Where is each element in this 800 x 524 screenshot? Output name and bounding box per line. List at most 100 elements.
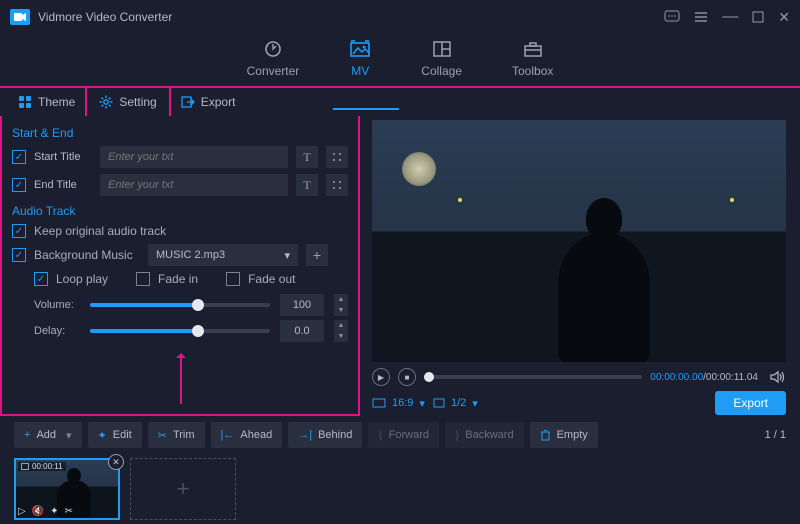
volume-value[interactable]: 100 xyxy=(280,294,324,316)
fade-out-label: Fade out xyxy=(248,272,295,286)
add-button[interactable]: +Add▾ xyxy=(14,422,82,448)
behind-button[interactable]: →|Behind xyxy=(288,422,362,448)
right-end-icon: →| xyxy=(298,429,312,441)
fade-in-checkbox[interactable] xyxy=(136,272,150,286)
trim-button[interactable]: ✂Trim xyxy=(148,422,205,448)
top-nav: Converter MV Collage Toolbox xyxy=(0,34,800,86)
chevron-down-icon: ▾ xyxy=(284,249,290,262)
preview-video xyxy=(372,120,786,362)
keep-original-label: Keep original audio track xyxy=(34,224,166,238)
annotation-arrow xyxy=(180,356,182,404)
bg-music-add-btn[interactable]: + xyxy=(306,244,328,266)
trash-icon xyxy=(540,429,551,441)
clip-trim-icon[interactable]: ✂ xyxy=(65,506,73,517)
maximize-icon[interactable] xyxy=(752,11,764,23)
start-title-label: Start Title xyxy=(34,151,92,163)
pager: 1 / 1 xyxy=(765,429,786,441)
scrub-slider[interactable] xyxy=(424,375,642,379)
tab-theme[interactable]: Theme xyxy=(6,87,87,117)
tab-export[interactable]: Export xyxy=(169,87,248,117)
bg-music-checkbox[interactable]: ✓ xyxy=(12,248,26,262)
nav-mv[interactable]: MV xyxy=(349,38,371,78)
ahead-button[interactable]: |←Ahead xyxy=(211,422,283,448)
chevron-right-icon: ⟩ xyxy=(455,429,459,442)
stop-button[interactable]: ■ xyxy=(398,368,416,386)
collage-icon xyxy=(432,38,452,60)
clip-thumbnail[interactable]: 00:00:11 ✕ ▷ 🔇 ✦ ✂ xyxy=(14,458,120,520)
delay-label: Delay: xyxy=(34,325,80,337)
nav-toolbox[interactable]: Toolbox xyxy=(512,38,553,78)
tab-setting[interactable]: Setting xyxy=(87,86,168,116)
clip-duration-badge: 00:00:11 xyxy=(18,462,66,471)
end-title-text-style-btn[interactable]: T xyxy=(296,174,318,196)
backward-button[interactable]: ⟩Backward xyxy=(445,422,524,448)
plus-icon: + xyxy=(24,429,30,441)
timeline: 00:00:11 ✕ ▷ 🔇 ✦ ✂ + xyxy=(0,454,800,524)
end-title-checkbox[interactable]: ✓ xyxy=(12,178,26,192)
image-icon xyxy=(349,38,371,60)
clip-remove-icon[interactable]: ✕ xyxy=(108,454,124,470)
start-title-position-btn[interactable] xyxy=(326,146,348,168)
toolbox-icon xyxy=(523,38,543,60)
aspect-selector[interactable]: 16:9 ▾ xyxy=(372,397,425,410)
bg-music-select[interactable]: MUSIC 2.mp3 ▾ xyxy=(148,244,298,266)
delay-value[interactable]: 0.0 xyxy=(280,320,324,342)
bg-music-value: MUSIC 2.mp3 xyxy=(156,249,225,261)
left-end-icon: |← xyxy=(221,429,235,441)
preview-panel: ▶ ■ 00:00:00.00/00:00:11.04 16:9 ▾ 1/2 ▾… xyxy=(360,116,800,416)
fade-in-label: Fade in xyxy=(158,272,198,286)
start-title-checkbox[interactable]: ✓ xyxy=(12,150,26,164)
nav-mv-label: MV xyxy=(351,64,369,78)
fade-out-checkbox[interactable] xyxy=(226,272,240,286)
volume-stepper[interactable]: ▲▼ xyxy=(334,294,348,316)
empty-button[interactable]: Empty xyxy=(530,422,598,448)
start-title-text-style-btn[interactable]: T xyxy=(296,146,318,168)
clip-mute-icon[interactable]: 🔇 xyxy=(32,506,44,517)
sun-decor xyxy=(402,152,436,186)
end-title-input[interactable] xyxy=(100,174,288,196)
speaker-icon[interactable] xyxy=(770,370,786,384)
minimize-icon[interactable]: — xyxy=(722,8,738,26)
subtab-bar: Theme Setting Export xyxy=(0,86,800,116)
app-logo-icon xyxy=(10,9,30,25)
nav-converter[interactable]: Converter xyxy=(247,38,300,78)
tab-setting-label: Setting xyxy=(119,95,156,109)
menu-icon[interactable] xyxy=(694,11,708,23)
frac-selector[interactable]: 1/2 ▾ xyxy=(433,397,478,410)
feedback-icon[interactable] xyxy=(664,10,680,24)
nav-converter-label: Converter xyxy=(247,64,300,78)
close-icon[interactable]: ✕ xyxy=(778,9,790,26)
play-button[interactable]: ▶ xyxy=(372,368,390,386)
chevron-left-icon: ⟨ xyxy=(378,429,382,442)
loop-label: Loop play xyxy=(56,272,108,286)
bg-music-label: Background Music xyxy=(34,248,140,262)
clip-play-icon[interactable]: ▷ xyxy=(18,506,26,517)
clip-toolbar: +Add▾ ✦Edit ✂Trim |←Ahead →|Behind ⟨Forw… xyxy=(0,416,800,454)
end-title-label: End Title xyxy=(34,179,92,191)
clip-edit-icon[interactable]: ✦ xyxy=(50,506,58,517)
figure-silhouette xyxy=(558,232,650,362)
nav-collage-label: Collage xyxy=(421,64,462,78)
app-title: Vidmore Video Converter xyxy=(38,10,664,24)
edit-button[interactable]: ✦Edit xyxy=(88,422,142,448)
end-title-position-btn[interactable] xyxy=(326,174,348,196)
forward-button[interactable]: ⟨Forward xyxy=(368,422,439,448)
volume-slider[interactable] xyxy=(90,303,270,307)
title-bar: Vidmore Video Converter — ✕ xyxy=(0,0,800,34)
start-title-input[interactable] xyxy=(100,146,288,168)
add-clip-slot[interactable]: + xyxy=(130,458,236,520)
tab-export-label: Export xyxy=(201,95,236,109)
nav-toolbox-label: Toolbox xyxy=(512,64,553,78)
refresh-icon xyxy=(263,38,283,60)
wand-icon: ✦ xyxy=(98,429,107,442)
scissors-icon: ✂ xyxy=(158,429,167,442)
delay-stepper[interactable]: ▲▼ xyxy=(334,320,348,342)
delay-slider[interactable] xyxy=(90,329,270,333)
keep-original-checkbox[interactable]: ✓ xyxy=(12,224,26,238)
tab-theme-label: Theme xyxy=(38,95,75,109)
export-button[interactable]: Export xyxy=(715,391,786,415)
loop-checkbox[interactable]: ✓ xyxy=(34,272,48,286)
export-icon xyxy=(181,95,195,109)
gear-icon xyxy=(99,95,113,109)
nav-collage[interactable]: Collage xyxy=(421,38,462,78)
